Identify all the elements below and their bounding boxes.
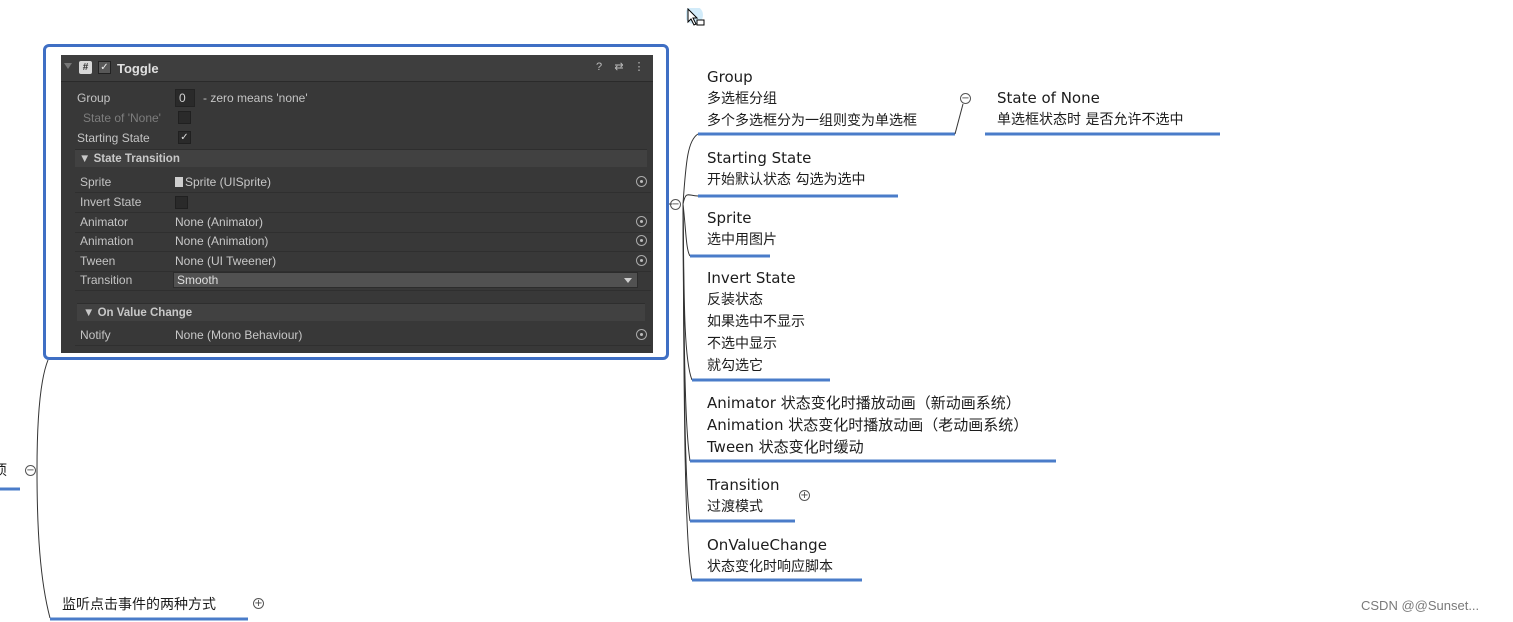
collapse-icon[interactable]: − — [25, 465, 36, 476]
component-header[interactable]: # ✓ Toggle ? ⇄ ⋮ — [61, 55, 653, 82]
node-state-of-none[interactable]: State of None 单选框状态时 是否允许不选中 — [997, 87, 1183, 131]
node-sprite-title: Sprite — [707, 209, 752, 227]
state-of-none-checkbox[interactable] — [178, 111, 191, 124]
object-picker-icon[interactable] — [636, 176, 647, 187]
cursor-icon — [686, 8, 705, 26]
node-sprite-line1: 选中用图片 — [707, 232, 777, 248]
node-invert-state-line4: 就勾选它 — [707, 358, 763, 374]
group-hint: - zero means 'none' — [203, 91, 308, 105]
node-invert-state-line1: 反装状态 — [707, 292, 763, 308]
starting-state-checkbox[interactable]: ✓ — [178, 131, 191, 144]
node-group-line1: 多选框分组 — [707, 91, 777, 107]
watermark: CSDN @@Sunset... — [1361, 598, 1480, 613]
node-on-value-change-title: OnValueChange — [707, 536, 827, 554]
node-transition-title: Transition — [707, 476, 780, 494]
object-picker-icon[interactable] — [636, 255, 647, 266]
sprite-label: Sprite — [80, 175, 112, 189]
sprite-value: Sprite (UISprite) — [185, 175, 272, 189]
node-group-title: Group — [707, 68, 753, 86]
chevron-down-icon — [624, 278, 632, 283]
sprite-row[interactable]: Sprite Sprite (UISprite) — [75, 173, 651, 193]
invert-state-checkbox[interactable] — [175, 196, 188, 209]
node-invert-state[interactable]: Invert State 反装状态 如果选中不显示 不选中显示 就勾选它 — [707, 267, 805, 377]
animator-value: None (Animator) — [175, 215, 264, 229]
object-picker-icon[interactable] — [636, 329, 647, 340]
node-starting-state-line1: 开始默认状态 勾选为选中 — [707, 172, 866, 188]
node-transition[interactable]: Transition 过渡模式 — [707, 474, 780, 518]
node-starting-state-title: Starting State — [707, 149, 812, 167]
node-left-cut[interactable]: 项 — [0, 460, 7, 482]
animation-row[interactable]: Animation None (Animation) — [75, 232, 651, 252]
node-invert-state-line2: 如果选中不显示 — [707, 314, 805, 330]
animation-label: Animation — [80, 234, 134, 248]
on-value-change-header[interactable]: ▼ On Value Change — [77, 303, 645, 321]
node-animation-line3: Tween 状态变化时缓动 — [707, 438, 864, 456]
collapse-icon[interactable]: − — [670, 199, 681, 210]
help-icon[interactable]: ? — [593, 60, 605, 74]
object-picker-icon[interactable] — [636, 235, 647, 246]
node-listen-click-title: 监听点击事件的两种方式 — [62, 597, 216, 613]
node-invert-state-title: Invert State — [707, 269, 796, 287]
expand-icon[interactable]: + — [799, 490, 810, 501]
group-input[interactable]: 0 — [175, 89, 195, 107]
fold-arrow-icon[interactable] — [64, 63, 72, 69]
transition-label: Transition — [80, 273, 133, 287]
state-of-none-label: State of 'None' — [83, 111, 161, 125]
state-transition-header[interactable]: ▼ State Transition — [75, 149, 647, 167]
node-animation-line2: Animation 状态变化时播放动画（老动画系统） — [707, 416, 1029, 434]
notify-label: Notify — [80, 328, 111, 342]
more-icon[interactable]: ⋮ — [633, 60, 645, 74]
starting-state-label: Starting State — [77, 131, 150, 145]
object-picker-icon[interactable] — [636, 216, 647, 227]
tween-label: Tween — [80, 254, 116, 268]
expand-icon[interactable]: + — [253, 598, 264, 609]
node-animation-line1: Animator 状态变化时播放动画（新动画系统） — [707, 394, 1021, 412]
node-animation[interactable]: Animator 状态变化时播放动画（新动画系统） Animation 状态变化… — [707, 392, 1028, 458]
animation-value: None (Animation) — [175, 234, 269, 248]
node-state-of-none-title: State of None — [997, 89, 1100, 107]
component-enabled-checkbox[interactable]: ✓ — [98, 61, 111, 74]
preset-icon[interactable]: ⇄ — [613, 60, 625, 74]
toggle-inspector-panel: # ✓ Toggle ? ⇄ ⋮ Group 0 - zero means 'n… — [61, 55, 653, 353]
notify-value: None (Mono Behaviour) — [175, 328, 303, 342]
notify-row[interactable]: Notify None (Mono Behaviour) — [75, 326, 651, 346]
node-group-line2: 多个多选框分为一组则变为单选框 — [707, 113, 917, 129]
component-title: Toggle — [117, 61, 159, 76]
tween-value: None (UI Tweener) — [175, 254, 277, 268]
invert-state-label: Invert State — [80, 195, 142, 209]
animator-row[interactable]: Animator None (Animator) — [75, 213, 651, 233]
node-left-cut-title: 项 — [0, 460, 7, 482]
animator-label: Animator — [80, 215, 129, 229]
node-invert-state-line3: 不选中显示 — [707, 336, 777, 352]
node-on-value-change[interactable]: OnValueChange 状态变化时响应脚本 — [707, 534, 833, 578]
node-on-value-change-line1: 状态变化时响应脚本 — [707, 559, 833, 575]
invert-state-row: Invert State — [75, 193, 651, 213]
node-starting-state[interactable]: Starting State 开始默认状态 勾选为选中 — [707, 147, 865, 191]
collapse-icon[interactable]: − — [960, 93, 971, 104]
script-icon: # — [79, 61, 92, 74]
node-sprite[interactable]: Sprite 选中用图片 — [707, 207, 777, 251]
node-transition-line1: 过渡模式 — [707, 499, 763, 515]
transition-row: Transition Smooth — [75, 271, 651, 291]
group-label: Group — [77, 91, 111, 105]
sprite-file-icon — [175, 177, 183, 187]
tween-row[interactable]: Tween None (UI Tweener) — [75, 252, 651, 272]
node-listen-click[interactable]: 监听点击事件的两种方式 — [62, 594, 216, 616]
transition-value: Smooth — [177, 273, 219, 287]
node-state-of-none-line1: 单选框状态时 是否允许不选中 — [997, 112, 1184, 128]
node-group[interactable]: Group 多选框分组 多个多选框分为一组则变为单选框 — [707, 66, 917, 132]
transition-dropdown[interactable]: Smooth — [173, 272, 638, 288]
